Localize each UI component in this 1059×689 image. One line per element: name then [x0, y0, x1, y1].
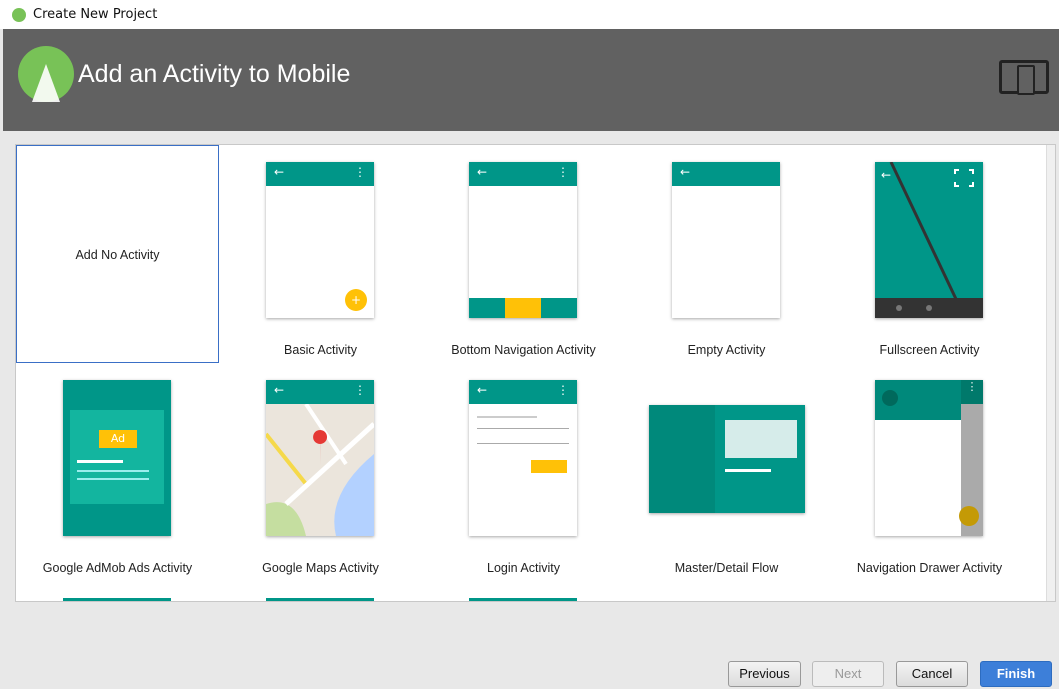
fab-icon: +: [345, 289, 367, 311]
login-thumbnail: ← ⋮: [469, 380, 577, 536]
activity-thumbnail-partial: [266, 598, 374, 601]
back-arrow-icon: ←: [477, 165, 488, 179]
finish-button[interactable]: Finish: [980, 661, 1052, 687]
activity-bottom-navigation[interactable]: ← ⋮ Bottom Navigation Activity: [422, 145, 625, 363]
wizard-header: Add an Activity to Mobile: [3, 29, 1059, 131]
master-detail-thumbnail: [649, 405, 805, 513]
overflow-menu-icon: ⋮: [354, 383, 366, 397]
activity-thumbnail-partial: [63, 598, 171, 601]
activity-empty[interactable]: ← Empty Activity: [625, 145, 828, 363]
android-studio-icon: [12, 7, 26, 22]
activity-label: Navigation Drawer Activity: [856, 561, 1003, 575]
activity-google-admob[interactable]: Ad Google AdMob Ads Activity: [16, 363, 219, 581]
activity-gallery: Add No Activity ← ⋮ + Basic Activity ← ⋮ Bo…: [15, 144, 1056, 602]
activity-login[interactable]: ← ⋮ Login Activity: [422, 363, 625, 581]
activity-label: Basic Activity: [284, 343, 357, 357]
activity-google-maps[interactable]: ← ⋮ Google Maps Activity: [219, 363, 422, 581]
activity-fullscreen[interactable]: ← Fullscreen Activity: [828, 145, 1031, 363]
activity-label: Google Maps Activity: [262, 561, 379, 575]
back-arrow-icon: ←: [274, 165, 285, 179]
ad-badge: Ad: [99, 430, 137, 448]
bottom-nav-thumbnail: ← ⋮: [469, 162, 577, 318]
activity-navigation-drawer[interactable]: ⋮ Navigation Drawer Activity: [828, 363, 1031, 581]
next-button[interactable]: Next: [812, 661, 884, 687]
activity-label: Master/Detail Flow: [674, 561, 779, 575]
maps-thumbnail: ← ⋮: [266, 380, 374, 536]
basic-thumbnail: ← ⋮ +: [266, 162, 374, 318]
devices-icon: [999, 60, 1049, 95]
fullscreen-thumbnail: ←: [875, 162, 983, 318]
activity-label: Fullscreen Activity: [879, 343, 980, 357]
vertical-scrollbar[interactable]: [1046, 145, 1055, 601]
activity-add-no-activity[interactable]: Add No Activity: [16, 145, 219, 363]
activity-thumbnail-partial: [469, 598, 577, 601]
empty-thumbnail: ←: [672, 162, 780, 318]
android-studio-logo-icon: [18, 46, 74, 102]
previous-button[interactable]: Previous: [728, 661, 801, 687]
svg-text:←: ←: [881, 168, 891, 182]
overflow-menu-icon: ⋮: [354, 165, 366, 179]
activity-label: Login Activity: [487, 561, 560, 575]
window-title: Create New Project: [33, 7, 158, 22]
activity-basic[interactable]: ← ⋮ + Basic Activity: [219, 145, 422, 363]
activity-master-detail[interactable]: Master/Detail Flow: [625, 363, 828, 581]
page-title: Add an Activity to Mobile: [78, 60, 351, 88]
back-arrow-icon: ←: [274, 383, 285, 397]
overflow-menu-icon: ⋮: [557, 165, 569, 179]
overflow-menu-icon: ⋮: [557, 383, 569, 397]
cancel-button[interactable]: Cancel: [896, 661, 968, 687]
back-arrow-icon: ←: [680, 165, 691, 179]
overflow-menu-icon: ⋮: [961, 380, 983, 404]
back-arrow-icon: ←: [477, 383, 488, 397]
activity-label: Google AdMob Ads Activity: [42, 561, 193, 575]
admob-thumbnail: Ad: [63, 380, 171, 536]
window-titlebar: Create New Project: [0, 0, 1059, 29]
activity-label: Add No Activity: [75, 248, 160, 262]
activity-label: Bottom Navigation Activity: [451, 343, 596, 357]
activity-label: Empty Activity: [687, 343, 766, 357]
nav-drawer-thumbnail: ⋮: [875, 380, 983, 536]
